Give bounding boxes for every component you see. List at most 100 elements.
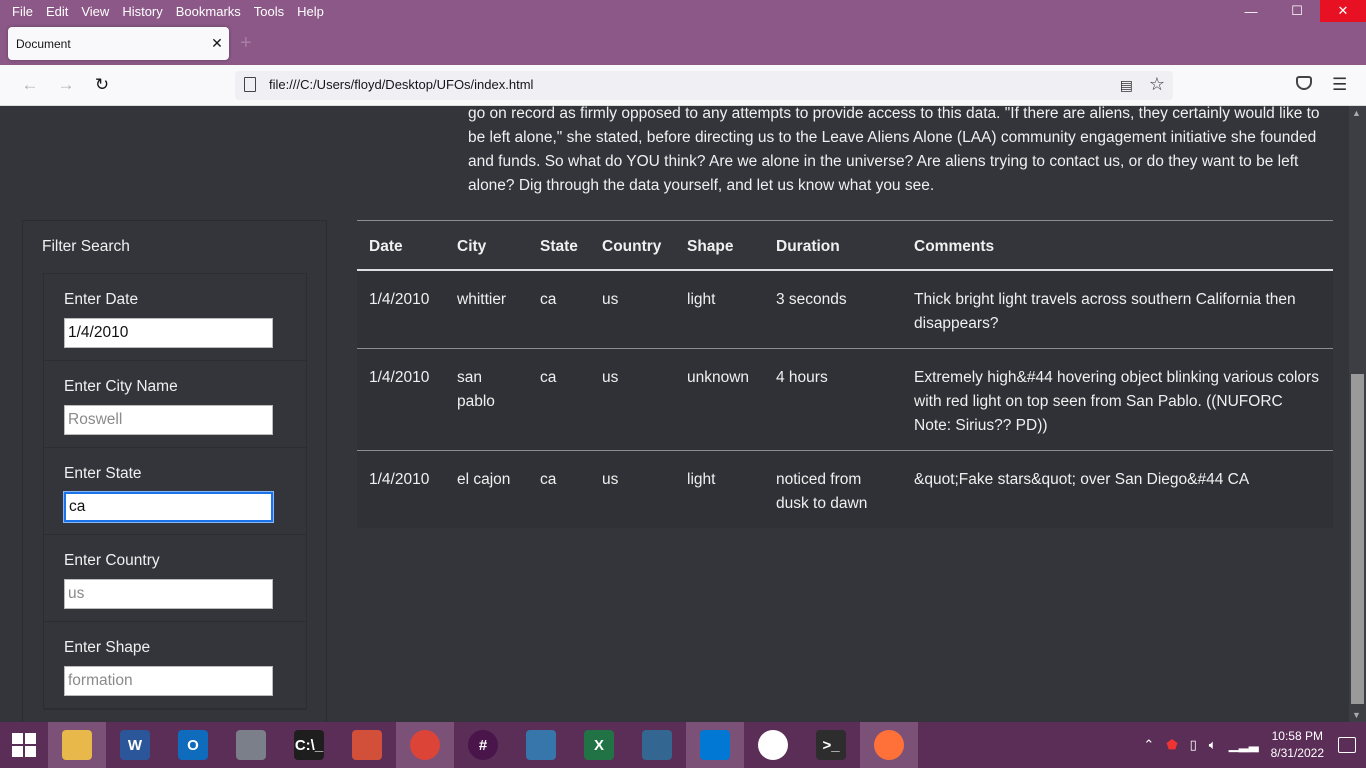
taskbar-git[interactable]	[338, 722, 396, 768]
menu-tools[interactable]: Tools	[253, 4, 285, 19]
taskbar-command-prompt[interactable]: C:\_	[280, 722, 338, 768]
tab-document[interactable]: Document ✕	[8, 27, 229, 60]
cell-state: ca	[540, 471, 557, 488]
cell-city: el cajon	[457, 471, 511, 488]
cell-shape: light	[687, 471, 716, 488]
cell-date: 1/4/2010	[369, 471, 430, 488]
page-viewport: go on record as firmly opposed to any at…	[0, 106, 1366, 722]
date-input[interactable]	[64, 318, 273, 348]
network-icon[interactable]: ▁▂▃	[1229, 737, 1259, 753]
scrollbar-thumb[interactable]	[1351, 374, 1364, 704]
address-bar[interactable]: file:///C:/Users/floyd/Desktop/UFOs/inde…	[235, 71, 1173, 100]
cell-city: whittier	[445, 270, 528, 349]
clock[interactable]: 10:58 PM 8/31/2022	[1271, 728, 1324, 762]
taskbar: W O C:\_ # X >_ ⌃ ⬟ ▯ 🔈︎ ▁▂▃ 10:58 PM 8/31/20…	[0, 722, 1366, 768]
battery-icon[interactable]: ▯	[1190, 737, 1197, 753]
taskbar-chrome[interactable]	[396, 722, 454, 768]
menu-help[interactable]: Help	[296, 4, 325, 19]
windows-logo-icon	[12, 733, 36, 757]
maximize-button[interactable]: ☐	[1274, 0, 1320, 22]
cell-shape: unknown	[675, 348, 764, 451]
header-country: Country	[590, 220, 675, 271]
cell-date: 1/4/2010	[357, 270, 445, 349]
menu-history[interactable]: History	[121, 4, 163, 19]
outlook-icon: O	[178, 730, 208, 760]
table-row: 1/4/2010 san pablo ca us unknown 4 hours…	[357, 348, 1333, 451]
filter-list: Enter Date Enter City Name Enter State E…	[43, 273, 307, 710]
filter-shape: Enter Shape	[44, 622, 306, 709]
cell-date: 1/4/2010	[357, 348, 445, 451]
ufo-table: Date City State Country Shape Duration C…	[357, 220, 1333, 528]
country-input[interactable]	[64, 579, 273, 609]
menu-view[interactable]: View	[80, 4, 110, 19]
url-text[interactable]: file:///C:/Users/floyd/Desktop/UFOs/inde…	[269, 77, 533, 92]
taskbar-file-explorer[interactable]	[48, 722, 106, 768]
taskbar-excel[interactable]: X	[570, 722, 628, 768]
reader-view-icon[interactable]: ▤	[1120, 77, 1133, 94]
page-icon	[244, 77, 256, 92]
security-icon[interactable]: ⬟	[1166, 737, 1177, 753]
volume-icon[interactable]: 🔈︎	[1209, 737, 1217, 753]
cell-comments: Thick bright light travels across southe…	[902, 270, 1333, 349]
taskbar-mongodb[interactable]	[744, 722, 802, 768]
notifications-icon[interactable]	[1338, 737, 1356, 753]
tray-chevron-icon[interactable]: ⌃	[1143, 737, 1154, 753]
slack-icon: #	[468, 730, 498, 760]
intro-paragraph: go on record as firmly opposed to any at…	[468, 106, 1336, 198]
taskbar-apps: W O C:\_ # X >_	[48, 722, 918, 768]
intro-text: go on record as firmly opposed to any at…	[468, 106, 1320, 194]
cell-state: ca	[528, 270, 590, 349]
city-input[interactable]	[64, 405, 273, 435]
new-tab-icon[interactable]: +	[240, 33, 252, 53]
taskbar-firefox[interactable]	[860, 722, 918, 768]
cell-duration: noticed from dusk to dawn	[776, 471, 868, 512]
minimize-button[interactable]: —	[1228, 0, 1274, 22]
firefox-icon	[874, 730, 904, 760]
start-button[interactable]	[0, 722, 48, 768]
file-explorer-icon	[62, 730, 92, 760]
filter-date: Enter Date	[44, 274, 306, 361]
bookmark-star-icon[interactable]: ☆	[1149, 74, 1165, 95]
menu-edit[interactable]: Edit	[45, 4, 69, 19]
tab-close-icon[interactable]: ✕	[205, 35, 229, 52]
filter-panel: Filter Search Enter Date Enter City Name…	[22, 220, 327, 722]
cell-country: us	[602, 471, 619, 488]
scroll-up-icon[interactable]: ▲	[1352, 108, 1361, 118]
menu-file[interactable]: File	[11, 4, 34, 19]
taskbar-terminal[interactable]: >_	[802, 722, 860, 768]
pocket-icon[interactable]	[1296, 76, 1312, 90]
close-window-button[interactable]: ✕	[1320, 0, 1366, 22]
reload-icon[interactable]: ↻	[90, 73, 114, 97]
taskbar-vscode[interactable]	[686, 722, 744, 768]
window-controls: — ☐ ✕	[1228, 0, 1366, 22]
header-state: State	[528, 220, 590, 271]
vertical-scrollbar[interactable]: ▲ ▼	[1349, 106, 1366, 722]
system-tray: ⌃ ⬟ ▯ 🔈︎ ▁▂▃ 10:58 PM 8/31/2022	[1143, 722, 1366, 768]
city-label: Enter City Name	[64, 378, 178, 395]
shape-input[interactable]	[64, 666, 273, 696]
taskbar-outlook[interactable]: O	[164, 722, 222, 768]
taskbar-calculator[interactable]	[222, 722, 280, 768]
forward-icon[interactable]: →	[54, 73, 78, 97]
taskbar-postgresql[interactable]	[628, 722, 686, 768]
tab-title: Document	[16, 36, 71, 51]
header-date: Date	[357, 220, 445, 271]
back-icon[interactable]: ←	[18, 73, 42, 97]
taskbar-word[interactable]: W	[106, 722, 164, 768]
state-input[interactable]	[64, 492, 273, 522]
command-prompt-icon: C:\_	[294, 730, 324, 760]
cell-state: ca	[528, 348, 590, 451]
date-label: Enter Date	[64, 291, 139, 308]
taskbar-slack[interactable]: #	[454, 722, 512, 768]
table-row: 1/4/2010 el cajon ca us light noticed fr…	[357, 451, 1333, 529]
filter-country: Enter Country	[44, 535, 306, 622]
shape-label: Enter Shape	[64, 639, 151, 656]
scroll-down-icon[interactable]: ▼	[1352, 710, 1361, 720]
menu-hamburger-icon[interactable]: ☰	[1332, 75, 1347, 95]
header-duration: Duration	[764, 220, 902, 271]
cell-duration: 4 hours	[764, 348, 902, 451]
tab-strip: Document ✕ +	[0, 22, 1366, 65]
cell-duration: 3 seconds	[764, 270, 902, 349]
taskbar-python[interactable]	[512, 722, 570, 768]
menu-bookmarks[interactable]: Bookmarks	[175, 4, 242, 19]
